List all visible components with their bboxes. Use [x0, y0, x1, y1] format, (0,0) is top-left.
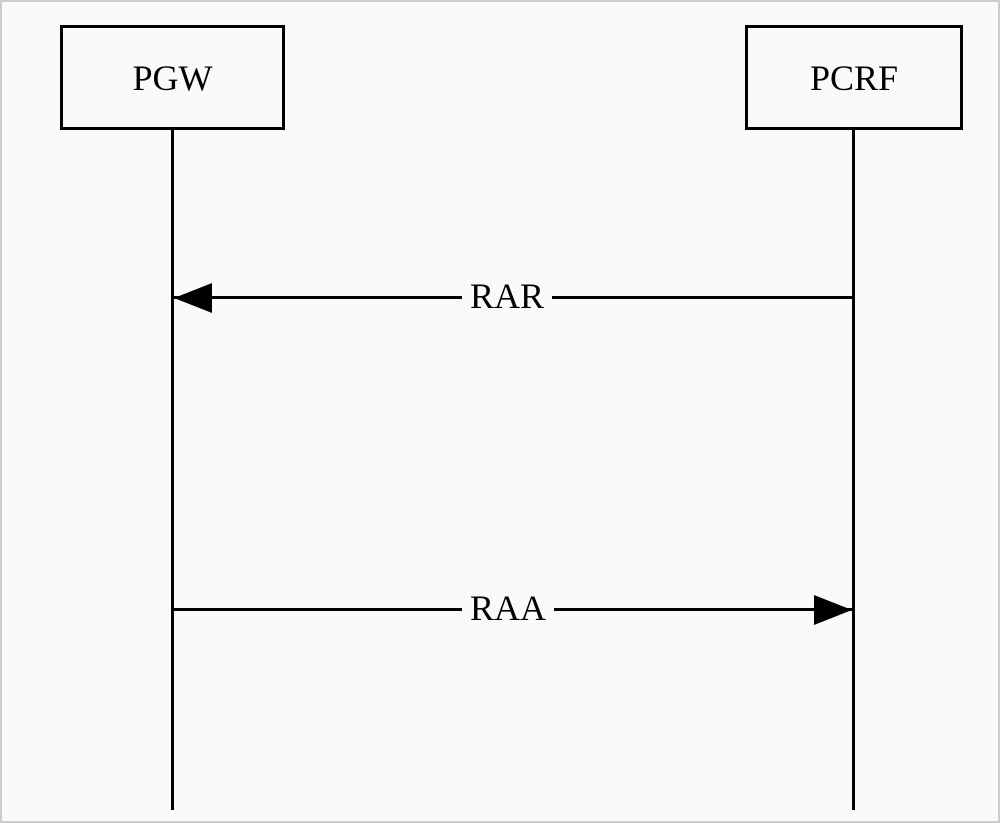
participant-pcrf: PCRF [745, 25, 963, 130]
lifeline-pgw [171, 130, 174, 810]
participant-pgw-label: PGW [133, 57, 213, 99]
participant-pcrf-label: PCRF [810, 57, 898, 99]
message-label-rar: RAR [462, 275, 552, 317]
arrowhead-rar-icon [174, 283, 212, 313]
lifeline-pcrf [852, 130, 855, 810]
participant-pgw: PGW [60, 25, 285, 130]
message-label-raa: RAA [462, 587, 554, 629]
arrowhead-raa-icon [814, 595, 852, 625]
